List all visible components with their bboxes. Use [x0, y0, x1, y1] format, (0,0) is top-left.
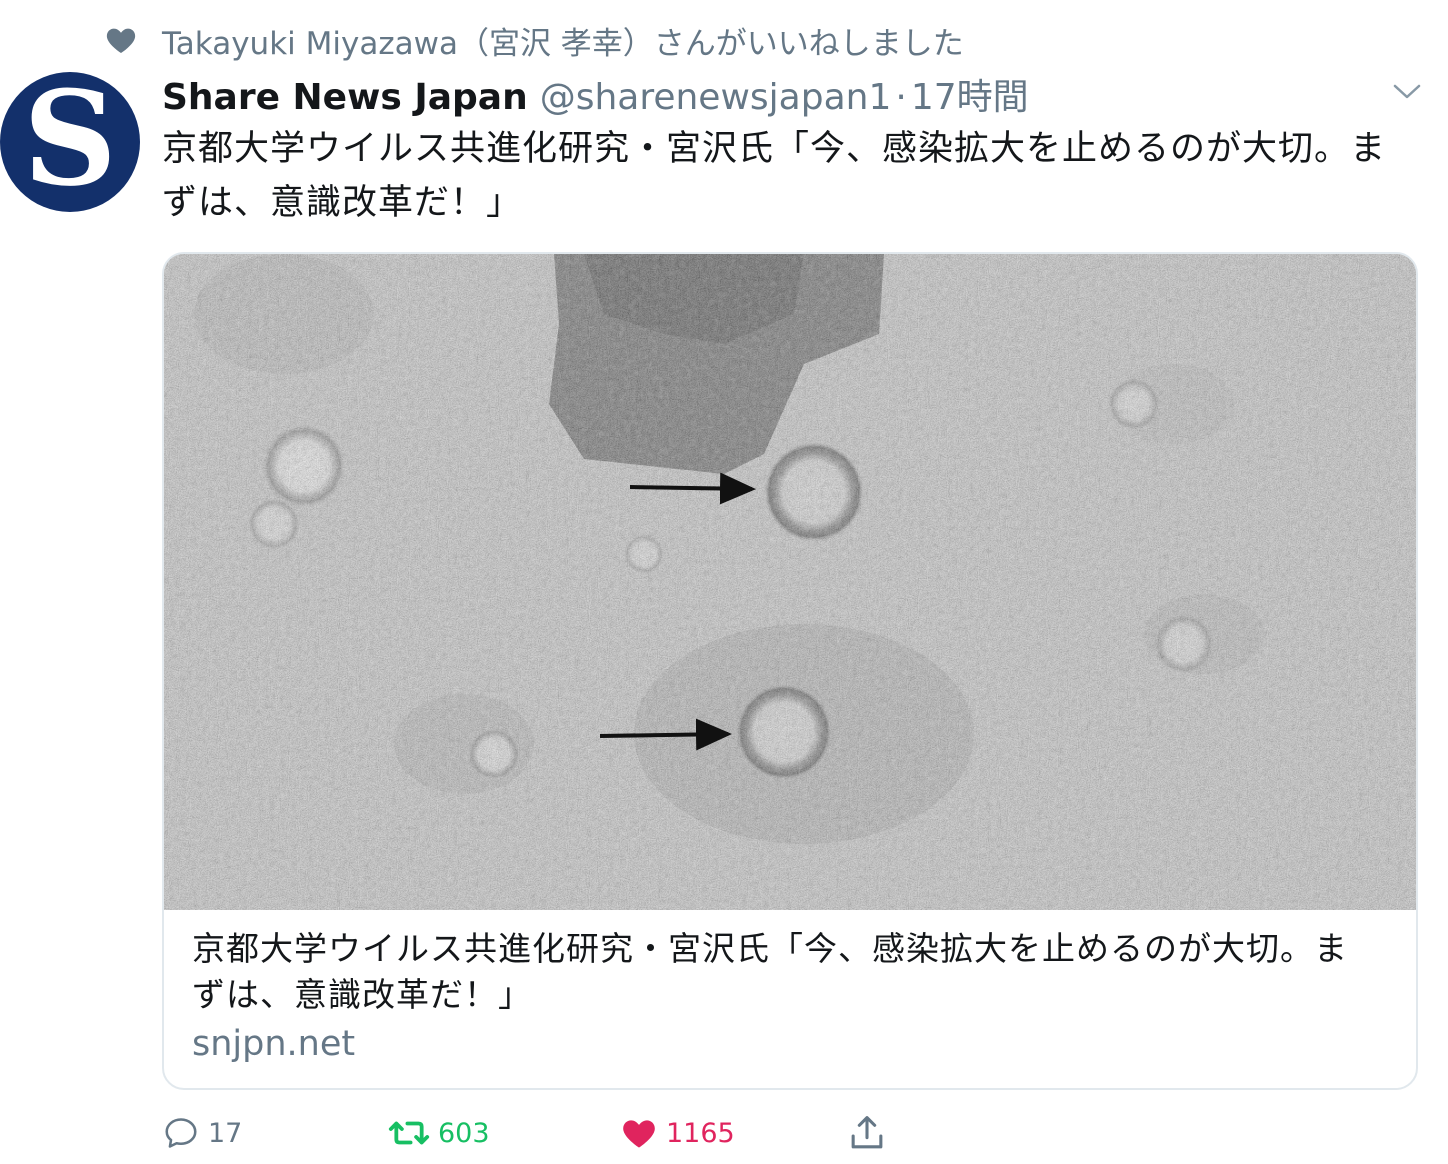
- reply-button[interactable]: 17: [162, 1108, 242, 1158]
- tweet-text: 京都大学ウイルス共進化研究・宮沢氏「今、感染拡大を止めるのが大切。まずは、意識改…: [162, 129, 1387, 223]
- heart-icon: [623, 1120, 655, 1148]
- timestamp[interactable]: 17時間: [911, 68, 1029, 120]
- author-handle[interactable]: @sharenewsjapan1: [540, 77, 892, 118]
- separator-dot: ·: [895, 77, 907, 118]
- tweet-header: Share News Japan @sharenewsjapan1 · 17時間: [162, 68, 1029, 118]
- retweet-count: 603: [438, 1117, 490, 1149]
- like-button[interactable]: 1165: [620, 1108, 735, 1158]
- link-card[interactable]: 京都大学ウイルス共進化研究・宮沢氏「今、感染拡大を止めるのが大切。まずは、意識改…: [162, 252, 1418, 1090]
- social-context-text[interactable]: Takayuki Miyazawa（宮沢 孝幸）さんがいいねしました: [162, 18, 964, 63]
- action-bar: 17 603 1165: [162, 1108, 1262, 1158]
- like-count: 1165: [666, 1117, 735, 1149]
- avatar[interactable]: S: [0, 72, 140, 212]
- author-name[interactable]: Share News Japan: [162, 77, 528, 118]
- share-icon: [851, 1116, 883, 1149]
- chevron-down-icon[interactable]: [1392, 78, 1422, 104]
- tweet[interactable]: Takayuki Miyazawa（宮沢 孝幸）さんがいいねしました S Sha…: [0, 0, 1448, 1164]
- retweet-icon: [388, 1121, 430, 1145]
- heart-icon: [106, 28, 136, 54]
- share-button[interactable]: [848, 1108, 894, 1158]
- reply-icon: [165, 1118, 197, 1148]
- reply-count: 17: [208, 1117, 243, 1149]
- card-domain: snjpn.net: [192, 1024, 356, 1064]
- avatar-letter: S: [23, 72, 117, 212]
- virus-micrograph-image: [164, 254, 1416, 910]
- retweet-button[interactable]: 603: [388, 1108, 490, 1158]
- card-body: 京都大学ウイルス共進化研究・宮沢氏「今、感染拡大を止めるのが大切。まずは、意識改…: [192, 926, 1372, 1064]
- card-title: 京都大学ウイルス共進化研究・宮沢氏「今、感染拡大を止めるのが大切。まずは、意識改…: [192, 929, 1348, 1014]
- card-image[interactable]: [164, 254, 1416, 910]
- social-context: Takayuki Miyazawa（宮沢 孝幸）さんがいいねしました: [104, 16, 964, 64]
